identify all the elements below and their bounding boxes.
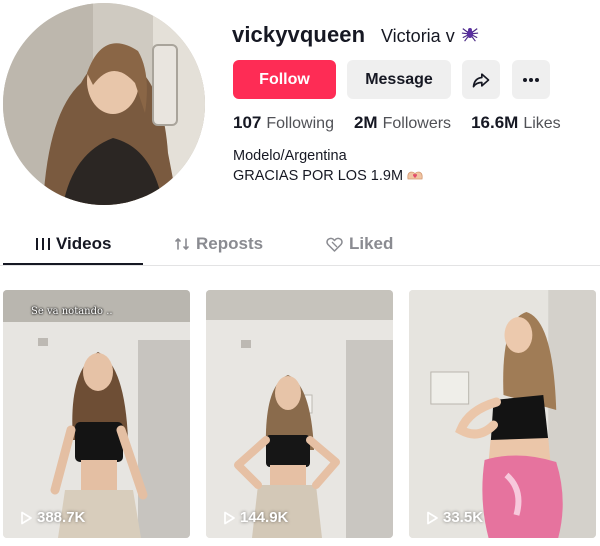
stat-followers[interactable]: 2M Followers (354, 113, 451, 133)
video-views-count: 144.9K (240, 509, 289, 526)
username: vickyvqueen (232, 22, 366, 47)
video-caption: Se va notando .. (31, 306, 113, 317)
message-button[interactable]: Message (347, 60, 451, 99)
following-count: 107 (233, 113, 262, 132)
video-views: 144.9K (222, 509, 288, 526)
heart-hands-icon (407, 171, 423, 180)
profile-bio: Modelo/Argentina GRACIAS POR LOS 1.9M (233, 146, 424, 186)
likes-count: 16.6M (471, 113, 519, 132)
video-views-count: 388.7K (37, 509, 86, 526)
avatar-photo (3, 3, 205, 205)
followers-label: Followers (382, 115, 452, 132)
following-label: Following (266, 115, 334, 132)
bio-line-1: Modelo/Argentina (233, 148, 347, 164)
video-thumbnail[interactable]: Se va notando .. 388.7K (3, 290, 190, 538)
video-3-image (409, 290, 596, 538)
profile-avatar[interactable] (3, 3, 205, 205)
liked-heart-icon (326, 237, 343, 252)
more-options-button[interactable] (512, 60, 550, 99)
video-1-image (3, 290, 190, 538)
tab-liked[interactable]: Liked (326, 234, 393, 254)
grid-icon (36, 238, 50, 250)
video-views: 388.7K (19, 509, 85, 526)
video-thumbnail[interactable]: 144.9K (206, 290, 393, 538)
display-name-text: Victoria v (381, 26, 455, 46)
video-thumbnail[interactable]: 33.5K (409, 290, 596, 538)
spider-icon (461, 25, 479, 48)
video-2-image (206, 290, 393, 538)
bio-line-2-text: GRACIAS POR LOS 1.9M (233, 168, 404, 184)
play-icon (224, 511, 235, 524)
play-icon (427, 511, 438, 524)
repost-icon (175, 238, 189, 250)
video-grid: Se va notando .. 388.7K 144.9K 33.5K (3, 290, 597, 540)
tab-reposts[interactable]: Reposts (174, 234, 263, 254)
follow-button[interactable]: Follow (233, 60, 336, 99)
share-button[interactable] (462, 60, 500, 99)
tab-videos[interactable]: Videos (36, 234, 111, 254)
profile-stats: 107 Following 2M Followers 16.6M Likes (233, 113, 561, 133)
tab-active-underline (3, 263, 143, 265)
display-name: Victoria v (381, 25, 479, 48)
video-views-count: 33.5K (443, 509, 484, 526)
stat-following[interactable]: 107 Following (233, 113, 334, 133)
tab-reposts-label: Reposts (196, 234, 264, 253)
video-views: 33.5K (425, 509, 483, 526)
bio-line-2: GRACIAS POR LOS 1.9M (233, 166, 424, 186)
stat-likes: 16.6M Likes (471, 113, 561, 133)
followers-count: 2M (353, 113, 378, 132)
profile-tabs: Videos Reposts Liked (0, 230, 600, 266)
tab-videos-label: Videos (56, 234, 112, 253)
play-icon (21, 511, 32, 524)
share-icon (472, 72, 490, 87)
tab-liked-label: Liked (349, 234, 394, 253)
likes-label: Likes (523, 115, 561, 132)
more-icon (523, 77, 539, 82)
